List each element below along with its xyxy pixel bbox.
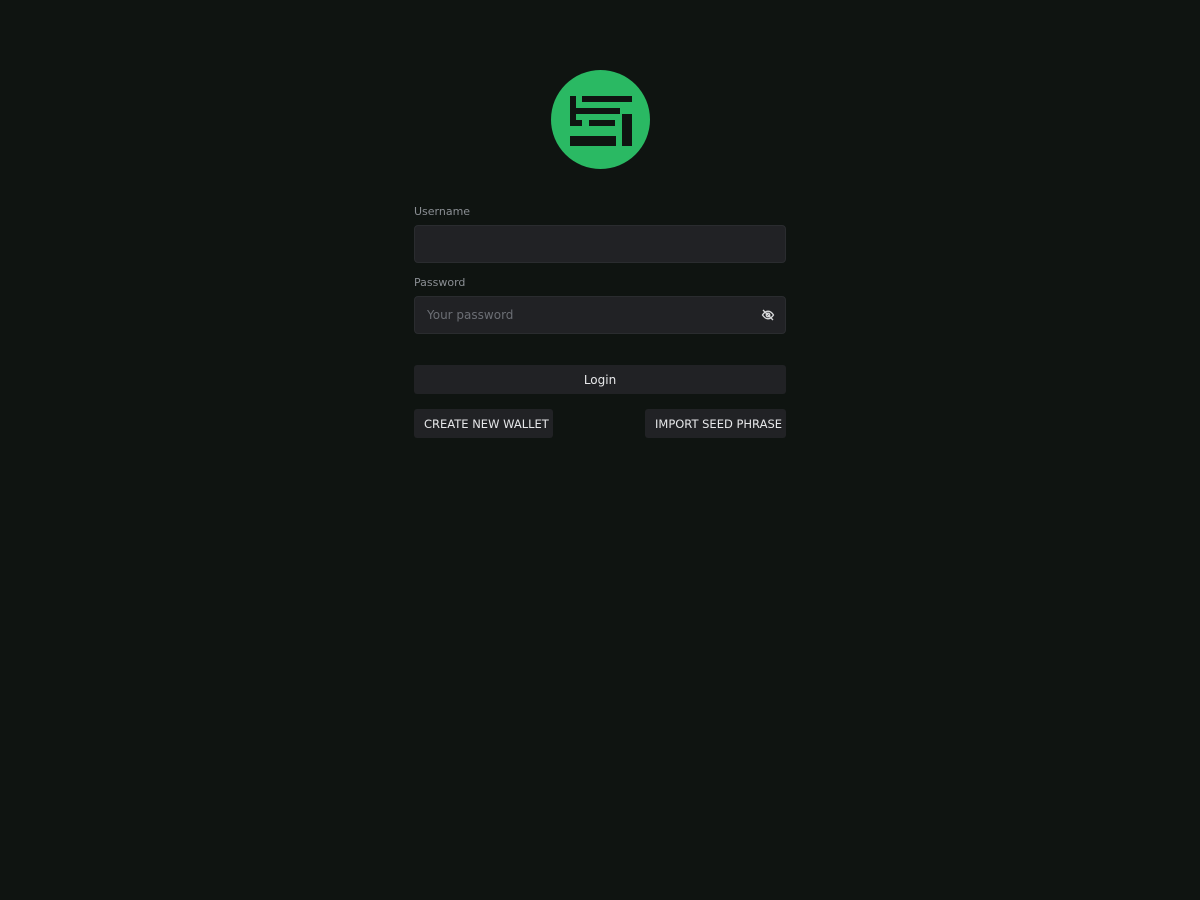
login-form: Username Password Login CREATE NEW WALLE… bbox=[414, 204, 786, 438]
username-label: Username bbox=[414, 205, 471, 218]
password-input[interactable] bbox=[414, 296, 786, 334]
import-seed-phrase-button[interactable]: IMPORT SEED PHRASE bbox=[645, 409, 786, 438]
login-button[interactable]: Login bbox=[414, 365, 786, 394]
username-input[interactable] bbox=[414, 225, 786, 263]
password-field-wrapper bbox=[414, 296, 786, 334]
password-label: Password bbox=[414, 276, 466, 289]
secondary-actions: CREATE NEW WALLET IMPORT SEED PHRASE bbox=[414, 409, 786, 438]
login-page: Username Password Login CREATE NEW WALLE… bbox=[0, 0, 1200, 900]
app-logo-icon bbox=[551, 70, 650, 169]
create-new-wallet-button[interactable]: CREATE NEW WALLET bbox=[414, 409, 553, 438]
username-field-wrapper bbox=[414, 225, 786, 263]
eye-off-icon[interactable] bbox=[760, 307, 776, 323]
